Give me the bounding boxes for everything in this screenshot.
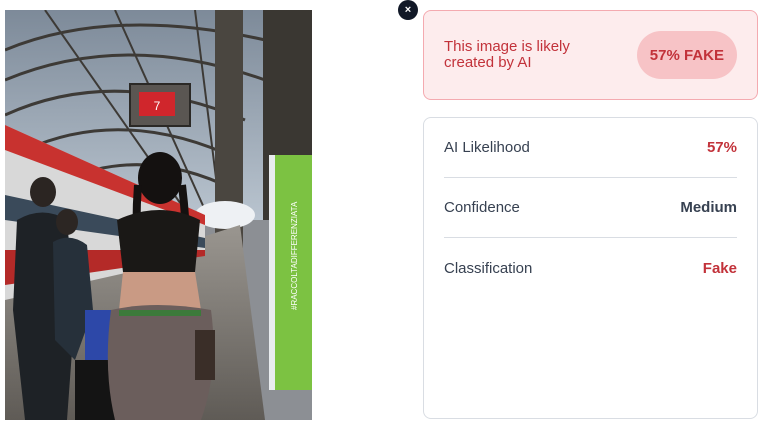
verdict-badge: 57% FAKE — [636, 31, 737, 79]
detail-label: AI Likelihood — [444, 139, 530, 156]
verdict-message: This image is likely created by AI — [444, 38, 570, 71]
detail-label: Confidence — [444, 199, 520, 216]
close-icon: × — [404, 3, 412, 16]
detail-row-ai-likelihood: AI Likelihood 57% — [444, 118, 737, 178]
detail-row-classification: Classification Fake — [444, 238, 737, 298]
verdict-banner: This image is likely created by AI 57% F… — [423, 10, 758, 100]
display-number: 7 — [154, 99, 161, 113]
detail-value: Fake — [702, 259, 737, 277]
detail-value: 57% — [706, 139, 737, 156]
detail-value: Medium — [680, 199, 737, 216]
close-button[interactable]: × — [398, 0, 418, 20]
billboard-text: #RACCOLTADIFFERENZIATA — [290, 201, 299, 310]
analyzed-image: 7 #RACCOLTADIFFERENZIATA — [5, 10, 312, 420]
detail-label: Classification — [444, 259, 533, 277]
train-station-photo: 7 #RACCOLTADIFFERENZIATA — [5, 10, 312, 420]
detail-row-confidence: Confidence Medium — [444, 178, 737, 238]
details-card: AI Likelihood 57% Confidence Medium Clas… — [423, 117, 758, 419]
